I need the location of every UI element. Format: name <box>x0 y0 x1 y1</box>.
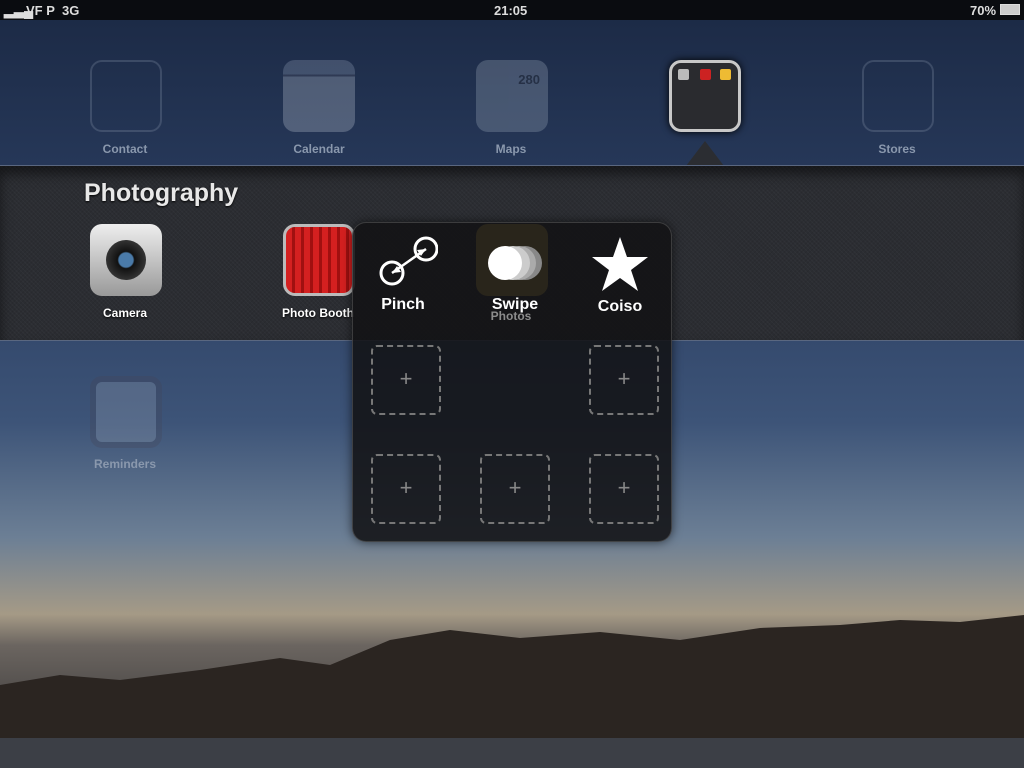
mini-photobooth-icon <box>700 69 711 80</box>
reminders-icon[interactable] <box>90 376 162 448</box>
pinch-button[interactable]: Pinch <box>353 235 453 314</box>
calendar-icon[interactable] <box>283 60 355 132</box>
mini-camera-icon <box>678 69 689 80</box>
swipe-button[interactable]: Swipe <box>465 235 565 314</box>
reminders-label: Reminders <box>93 457 157 471</box>
highway-badge: 280 <box>518 72 540 87</box>
lens-icon <box>106 240 146 280</box>
photography-folder-icon[interactable] <box>669 60 741 132</box>
folder-title[interactable]: Photography <box>84 179 238 208</box>
battery-icon <box>1000 4 1020 15</box>
camera-label: Camera <box>102 306 148 320</box>
empty-slot-button[interactable]: + <box>371 345 441 415</box>
empty-slot-button[interactable]: + <box>480 454 550 524</box>
folder-pointer <box>686 141 724 166</box>
swipe-icon <box>488 246 542 280</box>
photo-booth-app-icon[interactable] <box>283 224 355 296</box>
maps-label: Maps <box>495 142 527 156</box>
calendar-label: Calendar <box>293 142 345 156</box>
status-bar: ▂▃▄ VF P 3G 21:05 70% <box>0 0 1024 20</box>
maps-icon[interactable]: 280 <box>476 60 548 132</box>
mountains-wallpaper <box>0 615 1024 768</box>
battery-percent: 70% <box>970 3 997 18</box>
camera-app-icon[interactable] <box>90 224 162 296</box>
network: 3G <box>62 3 80 18</box>
pinch-icon <box>379 236 439 286</box>
empty-slot-button[interactable]: + <box>589 454 659 524</box>
stores-folder-icon[interactable] <box>862 60 934 132</box>
coiso-label: Coiso <box>597 298 643 315</box>
mini-photos-icon <box>720 69 731 80</box>
contact-label: Contact <box>102 142 148 156</box>
star-icon <box>592 237 648 291</box>
clock: 21:05 <box>494 3 528 18</box>
pinch-label: Pinch <box>381 296 425 313</box>
photos-label: Photos <box>490 309 532 323</box>
assistive-touch-menu: Pinch Swipe Coiso + + + + + <box>352 222 672 542</box>
stores-label: Stores <box>878 142 916 156</box>
empty-slot-button[interactable]: + <box>589 345 659 415</box>
coiso-button[interactable]: Coiso <box>570 235 670 316</box>
contact-folder-icon[interactable] <box>90 60 162 132</box>
empty-slot-button[interactable]: + <box>371 454 441 524</box>
carrier: VF P <box>26 3 55 18</box>
